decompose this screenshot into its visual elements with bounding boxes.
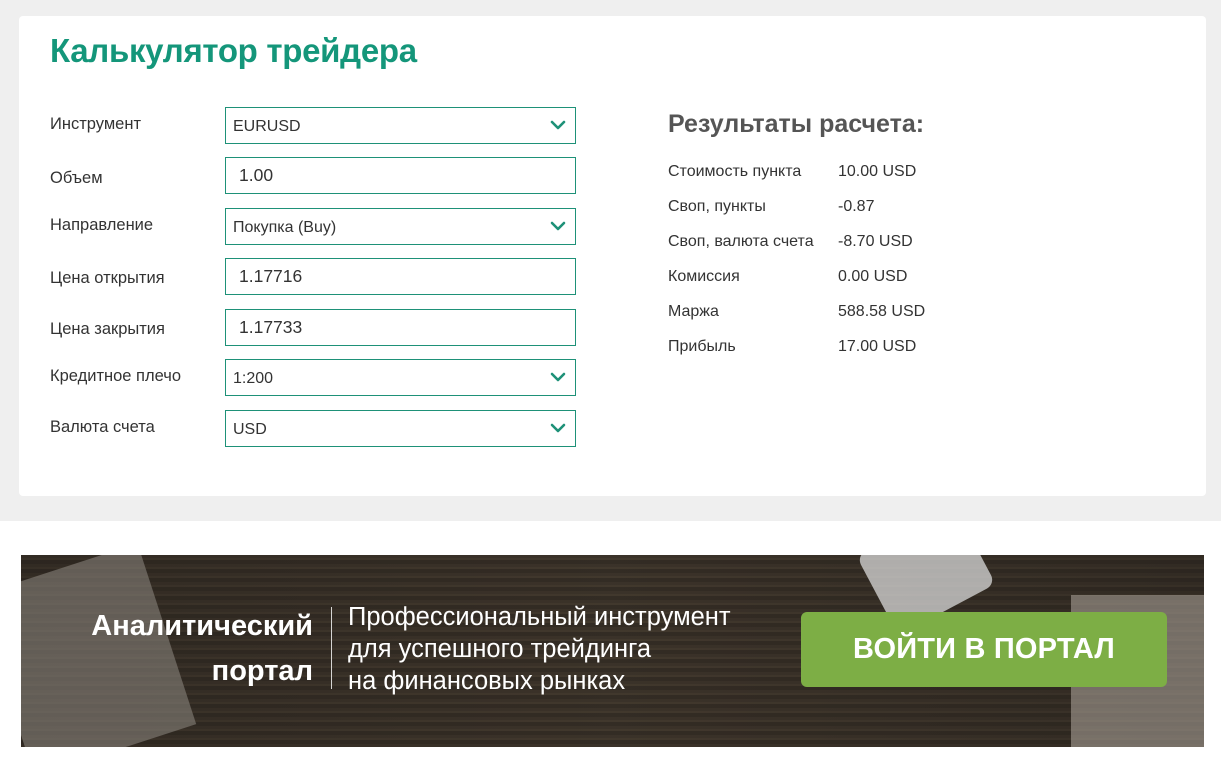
banner-text-line1: Профессиональный инструмент [348,603,731,631]
banner-heading-line2: портал [211,655,313,687]
open-price-label: Цена открытия [50,269,165,287]
result-key: Своп, пункты [668,198,766,215]
result-key: Комиссия [668,268,740,285]
volume-input[interactable]: 1.00 [225,157,576,194]
calculator-section: Калькулятор трейдера Инструмент EURUSD О… [0,0,1221,521]
results-title: Результаты расчета: [668,110,925,138]
volume-value: 1.00 [239,165,274,185]
chevron-down-icon [550,372,566,382]
account-currency-select[interactable]: USD [225,410,576,447]
close-price-input[interactable]: 1.17733 [225,309,576,346]
result-value: 17.00 USD [838,338,917,355]
volume-row: Объем 1.00 [50,157,580,195]
close-price-label: Цена закрытия [50,320,165,338]
close-price-value: 1.17733 [239,317,303,337]
volume-label: Объем [50,169,103,187]
enter-portal-button[interactable]: ВОЙТИ В ПОРТАЛ [801,612,1167,687]
leverage-select[interactable]: 1:200 [225,359,576,396]
open-price-row: Цена открытия 1.17716 [50,258,580,296]
banner-heading-line1: Аналитический [91,610,313,642]
calculator-card: Калькулятор трейдера Инструмент EURUSD О… [19,16,1206,496]
instrument-row: Инструмент EURUSD [50,107,580,145]
result-key: Стоимость пункта [668,163,802,180]
direction-select[interactable]: Покупка (Buy) [225,208,576,245]
direction-label: Направление [50,216,154,234]
open-price-input[interactable]: 1.17716 [225,258,576,295]
page-title: Калькулятор трейдера [50,32,417,69]
result-key: Маржа [668,303,719,320]
account-currency-label: Валюта счета [50,418,155,436]
result-value: -8.70 USD [838,233,913,250]
leverage-row: Кредитное плечо 1:200 [50,359,580,397]
result-value: 0.00 USD [838,268,908,285]
result-key: Прибыль [668,338,736,355]
instrument-label: Инструмент [50,115,142,133]
result-value: -0.87 [838,198,875,215]
chevron-down-icon [550,120,566,130]
leverage-label: Кредитное плечо [50,367,182,385]
result-value: 10.00 USD [838,163,917,180]
banner-text-line3: на финансовых рынках [348,667,626,695]
direction-value: Покупка (Buy) [233,219,337,236]
leverage-value: 1:200 [233,370,274,387]
banner-text-line2: для успешного трейдинга [348,635,651,663]
analytics-portal-banner[interactable]: Аналитический портал Профессиональный ин… [21,555,1204,747]
chevron-down-icon [550,221,566,231]
banner-description: Профессиональный инструмент для успешног… [348,601,788,697]
open-price-value: 1.17716 [239,266,303,286]
close-price-row: Цена закрытия 1.17733 [50,309,580,347]
account-currency-value: USD [233,421,267,438]
instrument-select[interactable]: EURUSD [225,107,576,144]
banner-heading: Аналитический портал [21,604,313,694]
account-currency-row: Валюта счета USD [50,410,580,448]
instrument-value: EURUSD [233,118,301,135]
result-key: Своп, валюта счета [668,233,814,250]
result-value: 588.58 USD [838,303,926,320]
direction-row: Направление Покупка (Buy) [50,208,580,246]
chevron-down-icon [550,423,566,433]
banner-divider [331,607,332,689]
